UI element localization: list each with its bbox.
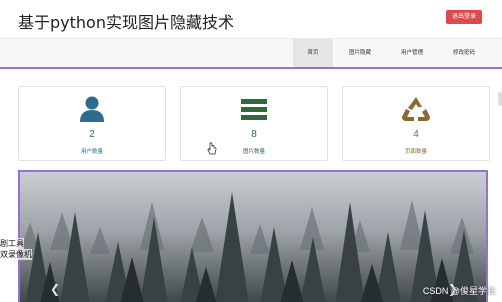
nav-underline: [0, 67, 502, 69]
scrollbar-nub[interactable]: [498, 92, 502, 106]
side-overlay-text: 双录像机: [0, 249, 32, 260]
list-icon: [241, 99, 267, 120]
recycle-icon: [402, 97, 430, 121]
carousel-prev-icon[interactable]: ❮: [50, 282, 60, 296]
card-label: 用户数量: [80, 149, 103, 155]
forest-image: [20, 172, 486, 302]
mouse-cursor-icon: [207, 142, 217, 155]
navbar: 首页 图片隐藏 用户管理 修改密码: [0, 38, 502, 67]
card-label: 页面数量: [404, 149, 427, 155]
card-count: 2: [89, 129, 95, 140]
card-count: 8: [251, 129, 257, 140]
card-users[interactable]: 2 用户数量: [18, 86, 166, 161]
nav-item-image-hide[interactable]: 图片隐藏: [338, 39, 382, 67]
watermark: CSDN @俊星学长: [422, 286, 496, 296]
card-pages[interactable]: 4 页面数量: [342, 86, 490, 161]
stats-cards: 2 用户数量 8 图片数量 4 页面数量: [0, 86, 502, 162]
header: 基于python实现图片隐藏技术 退出登录: [0, 0, 502, 38]
card-images[interactable]: 8 图片数量: [180, 86, 328, 161]
nav-item-change-password[interactable]: 修改密码: [442, 39, 486, 67]
nav-item-user-manage[interactable]: 用户管理: [390, 39, 434, 67]
hero-carousel[interactable]: [18, 170, 488, 302]
user-icon: [80, 96, 104, 122]
card-label: 图片数量: [242, 149, 265, 155]
side-overlay-text: 剧工具: [0, 238, 24, 249]
nav-item-home[interactable]: 首页: [293, 39, 333, 67]
logout-button[interactable]: 退出登录: [445, 10, 482, 24]
card-count: 4: [413, 129, 419, 140]
app-title: 基于python实现图片隐藏技术: [18, 13, 234, 32]
